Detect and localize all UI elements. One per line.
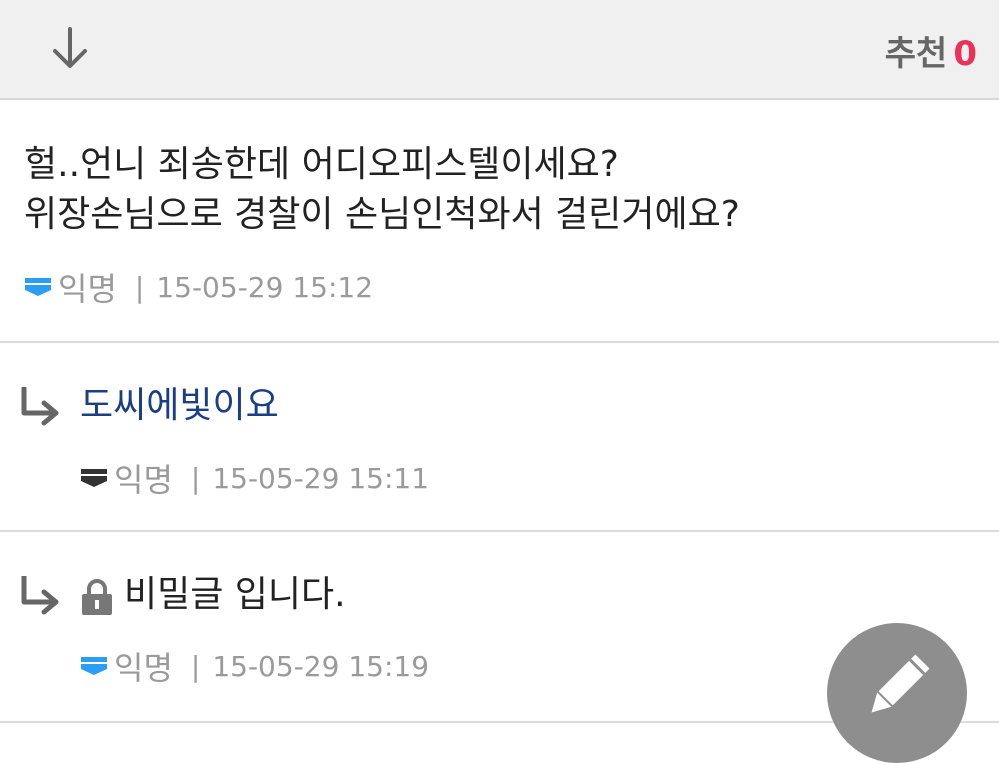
arrow-down-icon [53,27,87,68]
comment-meta: 익명 | 15-05-29 15:11 [80,455,429,501]
secret-comment-text: 비밀글 입니다. [124,574,346,615]
member-badge-icon [25,278,51,296]
comment-meta: 익명 | 15-05-29 15:12 [24,264,373,310]
comment-author: 익명 [114,649,173,687]
comment-item[interactable]: 헐..언니 죄송한데 어디오피스텔이세요? 위장손님으로 경찰이 손님인척와서 … [0,100,999,343]
comment-date: 15-05-29 15:12 [156,270,374,304]
recommend-counter[interactable]: 추천 0 [885,26,977,75]
comment-date: 15-05-29 15:19 [212,649,430,683]
recommend-count: 0 [953,34,977,74]
comment-text: 헐..언니 죄송한데 어디오피스텔이세요? 위장손님으로 경찰이 손님인척와서 … [24,144,740,235]
comment-toolbar: 추천 0 [0,0,999,100]
reply-arrow-icon [21,576,59,615]
reply-text: 도씨에빛이요 [80,385,279,426]
pencil-icon [871,654,930,713]
scroll-down-button[interactable] [44,22,96,74]
member-badge-icon [81,657,107,675]
write-comment-button[interactable] [827,623,967,763]
recommend-label: 추천 [884,34,948,74]
comment-author: 익명 [58,270,117,308]
reply-arrow-icon [21,387,59,426]
member-badge-icon [81,469,107,487]
meta-separator: | [134,270,145,304]
comment-date: 15-05-29 15:11 [212,461,430,495]
meta-separator: | [190,649,201,683]
comment-meta: 익명 | 15-05-29 15:19 [80,643,429,689]
comment-author: 익명 [114,461,173,499]
meta-separator: | [190,461,201,495]
lock-icon [82,579,112,615]
reply-item[interactable]: 도씨에빛이요 익명 | 15-05-29 15:11 [0,343,999,532]
